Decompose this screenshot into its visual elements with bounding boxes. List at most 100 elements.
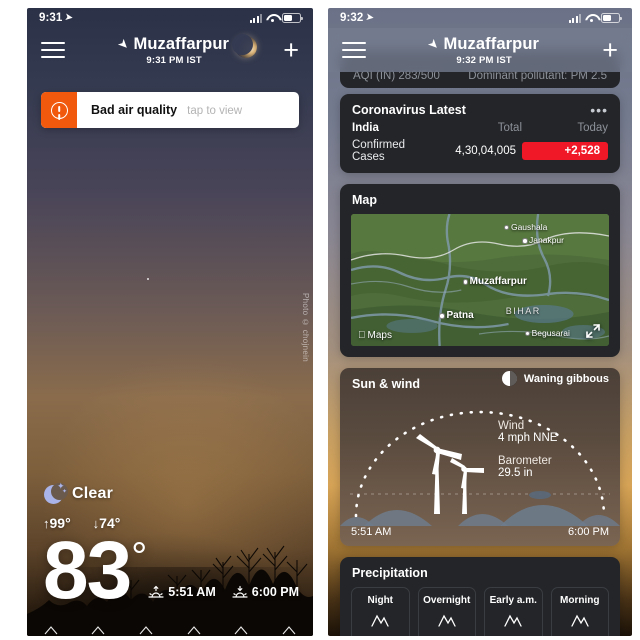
hourly-icon	[89, 622, 107, 636]
precip-chevron-icon	[437, 612, 457, 628]
air-quality-title: Bad air quality	[91, 103, 178, 117]
crescent-moon-icon	[232, 33, 258, 58]
city-name: Muzaffarpur	[443, 34, 540, 53]
status-time: 9:31	[39, 12, 63, 24]
clear-night-icon: ✦ ✦	[43, 481, 68, 505]
warning-icon	[41, 92, 77, 128]
degree-symbol: °	[131, 534, 147, 579]
header-title-block: ➤ Muzaffarpur 9:31 PM IST	[65, 33, 283, 66]
map-label: Janakpur	[522, 235, 564, 246]
city-name: Muzaffarpur	[133, 34, 230, 53]
page-title[interactable]: ➤ Muzaffarpur	[115, 34, 230, 54]
sun-and-wind-card[interactable]: Sun & wind Waning gibbous Wind 4 mph NNE…	[340, 368, 620, 546]
overflow-menu-icon[interactable]: •••	[590, 102, 608, 117]
status-time: 9:32	[340, 12, 364, 24]
today-value-badge: +2,528	[522, 142, 608, 160]
add-location-button[interactable]: +	[283, 36, 299, 64]
precipitation-title: Precipitation	[352, 566, 428, 580]
map-label-current-city: Muzaffarpur	[462, 276, 527, 288]
sunrise-time: 5:51 AM	[168, 585, 216, 599]
precipitation-tile[interactable]: Morning	[550, 587, 609, 636]
sunset-time: 6:00 PM	[251, 585, 299, 599]
total-value: 4,30,04,005	[455, 145, 516, 157]
menu-button[interactable]	[41, 42, 65, 58]
barometer-label: Barometer	[498, 455, 552, 467]
temperature-value: 83	[43, 524, 132, 616]
coronavirus-card[interactable]: Coronavirus Latest ••• India Total Today…	[340, 94, 620, 173]
condition-label: Clear	[72, 484, 114, 502]
precip-chevron-icon	[570, 612, 590, 628]
wifi-icon	[585, 14, 597, 23]
coronavirus-title: Coronavirus Latest	[352, 103, 466, 117]
map-card[interactable]: Map Gaushala Janakpur Muzaffarpur Patna …	[340, 184, 620, 357]
location-arrow-icon: ➤	[64, 11, 74, 22]
map-card-title: Map	[352, 193, 377, 207]
current-conditions: ✦ ✦ Clear ↑99° ↓74° 83 ° 5:51 AM 6:00 PM	[43, 481, 313, 616]
precipitation-tile[interactable]: Night	[351, 587, 410, 636]
sunrise-icon	[148, 585, 164, 599]
moon-phase-row: Waning gibbous	[501, 371, 609, 386]
tile-label: Early a.m.	[489, 595, 537, 606]
menu-button[interactable]	[342, 42, 366, 58]
precipitation-tile[interactable]: Early a.m.	[484, 587, 543, 636]
table-row: Confirmed Cases 4,30,04,005 +2,528	[340, 137, 620, 173]
sunset-icon	[232, 585, 248, 599]
right-phone-screen: AQI (IN) 283/500 Dominant pollutant: PM …	[320, 0, 640, 640]
barometer-value: 29.5 in	[498, 467, 533, 479]
tile-label: Night	[367, 595, 394, 606]
sunset-time: 6:00 PM	[568, 526, 609, 538]
air-quality-banner[interactable]: Bad air quality tap to view	[41, 92, 299, 128]
column-header-today: Today	[577, 122, 608, 134]
hourly-icon	[280, 622, 298, 636]
hourly-forecast-strip[interactable]	[27, 622, 313, 636]
map-region-label: BIHAR	[505, 306, 541, 317]
header-title-block: ➤ Muzaffarpur 9:32 PM IST	[366, 35, 602, 66]
tile-label: Overnight	[423, 595, 471, 606]
cellular-signal-icon	[568, 13, 581, 23]
local-time: 9:32 PM IST	[456, 54, 512, 66]
precipitation-tile[interactable]: Overnight	[417, 587, 476, 636]
location-arrow-icon: ➤	[365, 11, 375, 22]
navigation-arrow-icon: ➤	[115, 36, 132, 52]
precipitation-card[interactable]: Precipitation Night Overnight Early a.m.	[340, 557, 620, 636]
map-label: Gaushala	[503, 221, 548, 232]
hourly-icon	[137, 622, 155, 636]
navigation-arrow-icon: ➤	[425, 36, 442, 52]
row-label: Confirmed Cases	[352, 139, 406, 163]
map-label: Patna	[439, 310, 474, 322]
precip-chevron-icon	[370, 612, 390, 628]
precip-chevron-icon	[503, 612, 523, 628]
cards-scroll-area[interactable]: AQI (IN) 283/500 Dominant pollutant: PM …	[328, 8, 632, 636]
left-phone-screen: 9:31 ➤ ➤ Muzaffarpur 9:31 PM IST + Bad a…	[0, 0, 320, 640]
air-quality-action: tap to view	[187, 105, 243, 117]
hourly-icon	[185, 622, 203, 636]
map-image[interactable]: Gaushala Janakpur Muzaffarpur Patna BIHA…	[351, 214, 609, 346]
map-attribution:  Maps	[358, 330, 392, 341]
sunrise-item: 5:51 AM	[148, 585, 216, 599]
page-title[interactable]: ➤ Muzaffarpur	[425, 34, 540, 54]
expand-map-button[interactable]	[584, 322, 602, 340]
wind-value: 4 mph NNE	[498, 432, 558, 444]
cellular-signal-icon	[249, 13, 262, 23]
wind-stats: Wind 4 mph NNE Barometer 29.5 in	[498, 420, 557, 490]
country-name: India	[352, 122, 379, 134]
sun-times: 5:51 AM 6:00 PM	[148, 585, 299, 608]
apple-logo-icon: 	[358, 330, 366, 341]
dual-screenshot-comparison: 9:31 ➤ ➤ Muzaffarpur 9:31 PM IST + Bad a…	[0, 0, 640, 640]
sunset-item: 6:00 PM	[232, 585, 299, 599]
sunrise-time: 5:51 AM	[351, 526, 392, 538]
wind-label: Wind	[498, 420, 525, 432]
battery-icon	[601, 13, 622, 23]
map-label: Begusarai	[524, 327, 570, 338]
hourly-icon	[42, 622, 60, 636]
current-temperature: 83 °	[43, 524, 147, 616]
moon-phase-label: Waning gibbous	[523, 372, 609, 385]
add-location-button[interactable]: +	[602, 36, 618, 64]
column-header-total: Total	[497, 122, 522, 134]
wifi-icon	[266, 14, 278, 23]
waning-gibbous-moon-icon	[501, 371, 517, 386]
tile-label: Morning	[560, 595, 600, 606]
app-header: ➤ Muzaffarpur 9:31 PM IST +	[27, 28, 313, 72]
hourly-icon	[232, 622, 250, 636]
wind-turbine-icon	[414, 424, 492, 520]
